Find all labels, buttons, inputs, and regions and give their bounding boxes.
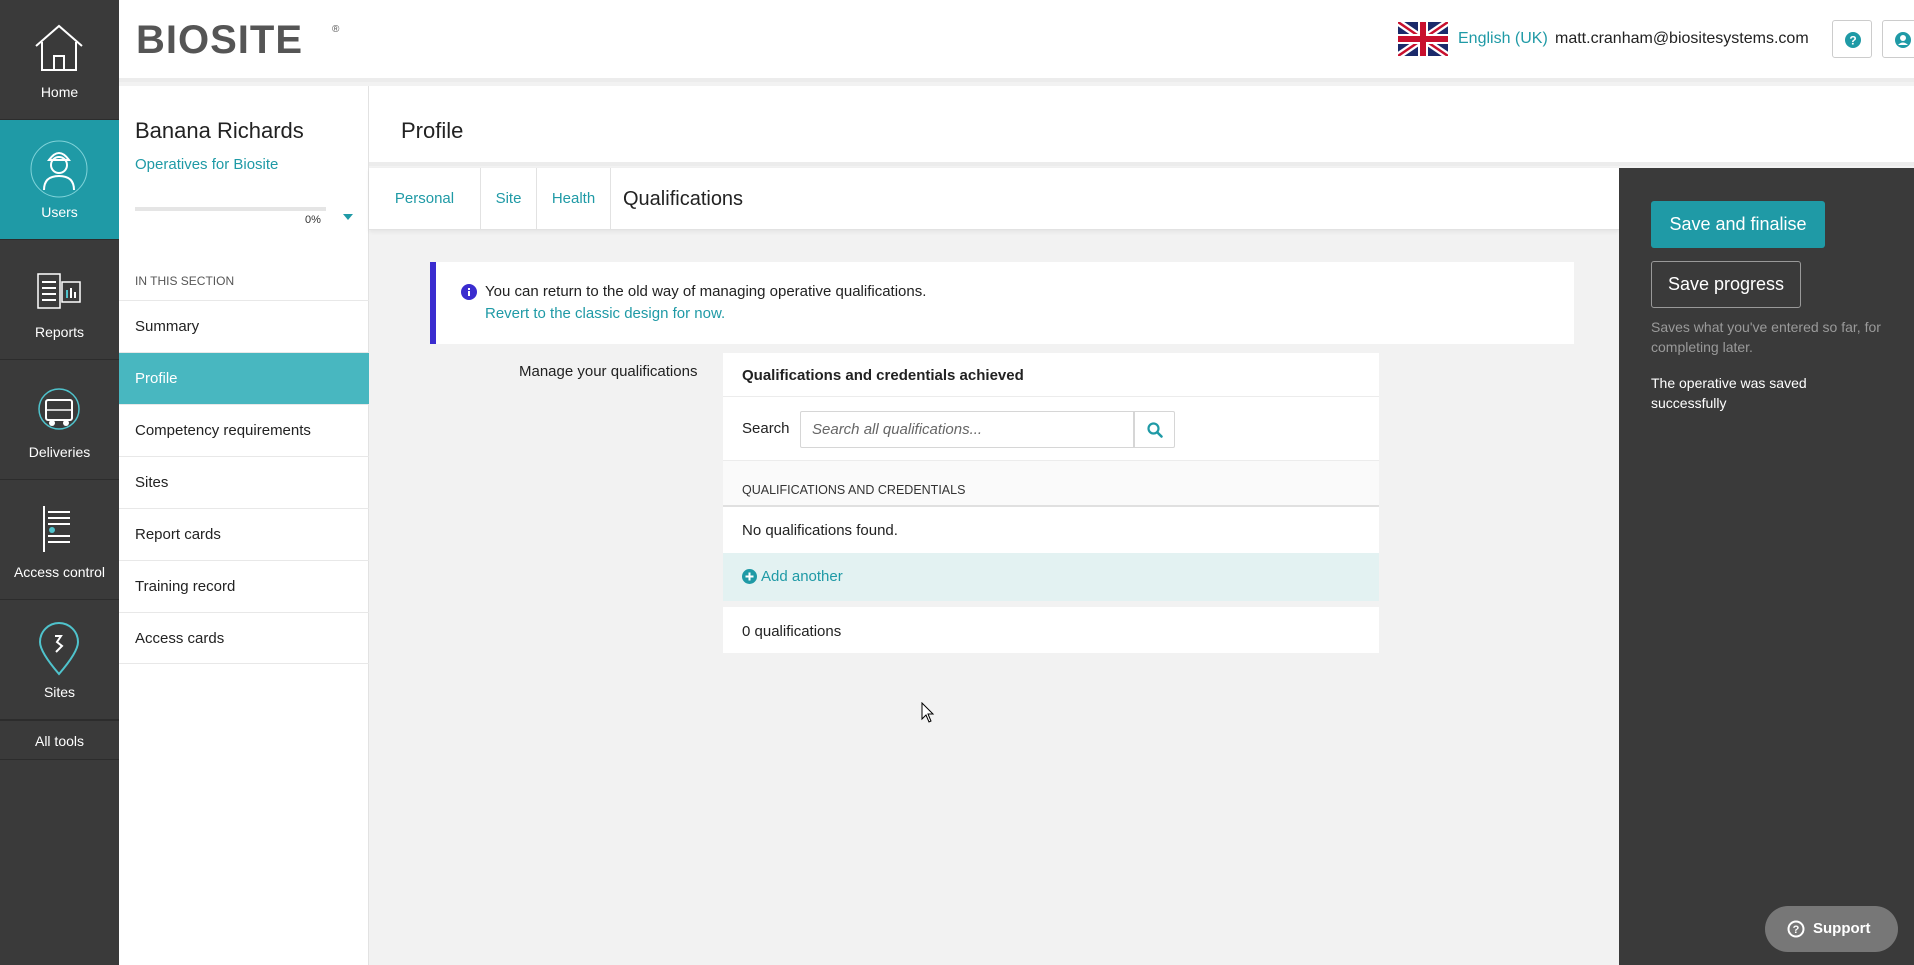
rail-sites[interactable]: Sites — [0, 600, 119, 720]
user-worker-icon — [30, 140, 88, 198]
language-selector[interactable]: English (UK) — [1458, 30, 1548, 48]
profile-sidebar: Banana Richards Operatives for Biosite 0… — [119, 86, 369, 965]
rail-label: Reports — [34, 324, 85, 340]
spacer — [723, 601, 1379, 607]
rail-reports[interactable]: Reports — [0, 240, 119, 360]
nav-item-training-record[interactable]: Training record — [119, 560, 369, 612]
reports-icon — [37, 273, 81, 309]
turnstile-icon — [43, 506, 70, 552]
rail-users[interactable]: Users — [0, 120, 119, 240]
rail-label: Home — [40, 84, 79, 100]
section-heading: IN THIS SECTION — [135, 274, 235, 288]
rail-label: Users — [41, 204, 78, 220]
svg-text:BIOSITE: BIOSITE — [136, 18, 303, 58]
tab-site[interactable]: Site — [481, 168, 537, 230]
divider — [723, 396, 1379, 397]
manage-qualifications-label: Manage your qualifications — [519, 363, 698, 380]
save-hint-text: Saves what you've entered so far, for co… — [1651, 319, 1881, 355]
column-header: QUALIFICATIONS AND CREDENTIALS — [723, 461, 1379, 507]
save-status-message: The operative was saved successfully — [1651, 375, 1807, 411]
mouse-cursor-icon — [921, 702, 935, 723]
biosite-logo[interactable]: BIOSITE ® — [136, 18, 346, 63]
help-icon: ? — [1845, 32, 1861, 48]
svg-text:®: ® — [332, 24, 340, 35]
organisation-link[interactable]: Operatives for Biosite — [135, 156, 278, 173]
plus-circle-icon — [742, 569, 757, 584]
info-notice: You can return to the old way of managin… — [430, 262, 1574, 344]
qualifications-card: Qualifications and credentials achieved … — [723, 353, 1379, 653]
search-input[interactable] — [800, 411, 1134, 448]
nav-item-competency-requirements[interactable]: Competency requirements — [119, 404, 369, 456]
support-label: Support — [1813, 920, 1871, 937]
nav-item-summary[interactable]: Summary — [119, 300, 369, 352]
profile-tabs: Personal Site Health Qualifications — [369, 168, 1619, 230]
page-header: Profile — [369, 86, 1914, 166]
svg-text:?: ? — [1849, 34, 1856, 48]
uk-flag-icon[interactable] — [1398, 22, 1448, 56]
tab-personal[interactable]: Personal — [369, 168, 481, 230]
top-bar: BIOSITE ® English (UK) matt.cranham@bios… — [119, 0, 1914, 82]
profile-progress-bar — [135, 207, 326, 211]
search-button[interactable] — [1134, 411, 1175, 448]
tab-health[interactable]: Health — [537, 168, 611, 230]
rail-label: Access control — [13, 564, 106, 580]
column-header-label: QUALIFICATIONS AND CREDENTIALS — [742, 483, 966, 497]
help-circle-icon: ? — [1787, 920, 1805, 938]
tab-qualifications[interactable]: Qualifications — [623, 168, 823, 230]
rail-deliveries[interactable]: Deliveries — [0, 360, 119, 480]
rail-access-control[interactable]: Access control — [0, 480, 119, 600]
user-circle-icon — [1895, 32, 1911, 48]
svg-text:?: ? — [1793, 924, 1800, 936]
nav-item-sites[interactable]: Sites — [119, 456, 369, 508]
truck-icon — [38, 388, 80, 430]
home-icon — [35, 24, 83, 71]
card-title: Qualifications and credentials achieved — [742, 367, 1024, 384]
caret-down-icon[interactable] — [342, 213, 354, 221]
person-name: Banana Richards — [135, 118, 304, 143]
account-button[interactable] — [1882, 20, 1914, 58]
rail-home[interactable]: Home — [0, 0, 119, 120]
qualifications-count: 0 qualifications — [742, 623, 842, 640]
map-pin-icon — [38, 622, 80, 676]
revert-classic-link[interactable]: Revert to the classic design for now. — [485, 305, 725, 322]
add-another-label: Add another — [761, 568, 843, 585]
empty-message: No qualifications found. — [742, 522, 898, 539]
rail-label: Sites — [43, 684, 76, 700]
app-rail: Home Users Reports Deliveries Access con… — [0, 0, 119, 965]
nav-item-profile[interactable]: Profile — [119, 352, 369, 404]
section-nav: Summary Profile Competency requirements … — [119, 300, 369, 664]
save-progress-button[interactable]: Save progress — [1651, 261, 1801, 308]
rail-label: Deliveries — [28, 444, 91, 460]
nav-item-report-cards[interactable]: Report cards — [119, 508, 369, 560]
search-icon — [1147, 422, 1163, 438]
logo-wordmark: BIOSITE ® — [136, 18, 340, 62]
nav-item-access-cards[interactable]: Access cards — [119, 612, 369, 664]
actions-panel: Save and finalise Save progress Saves wh… — [1619, 168, 1914, 965]
support-button[interactable]: ? Support — [1765, 906, 1898, 952]
help-button[interactable]: ? — [1832, 20, 1872, 58]
info-icon — [461, 284, 477, 300]
save-and-finalise-button[interactable]: Save and finalise — [1651, 201, 1825, 248]
notice-text: You can return to the old way of managin… — [485, 283, 927, 300]
add-another-button[interactable]: Add another — [723, 553, 1379, 601]
search-label: Search — [742, 420, 790, 437]
page-title: Profile — [401, 118, 464, 143]
all-tools-button[interactable]: All tools — [0, 720, 119, 760]
user-email: matt.cranham@biositesystems.com — [1555, 30, 1809, 47]
progress-percent: 0% — [305, 214, 321, 226]
